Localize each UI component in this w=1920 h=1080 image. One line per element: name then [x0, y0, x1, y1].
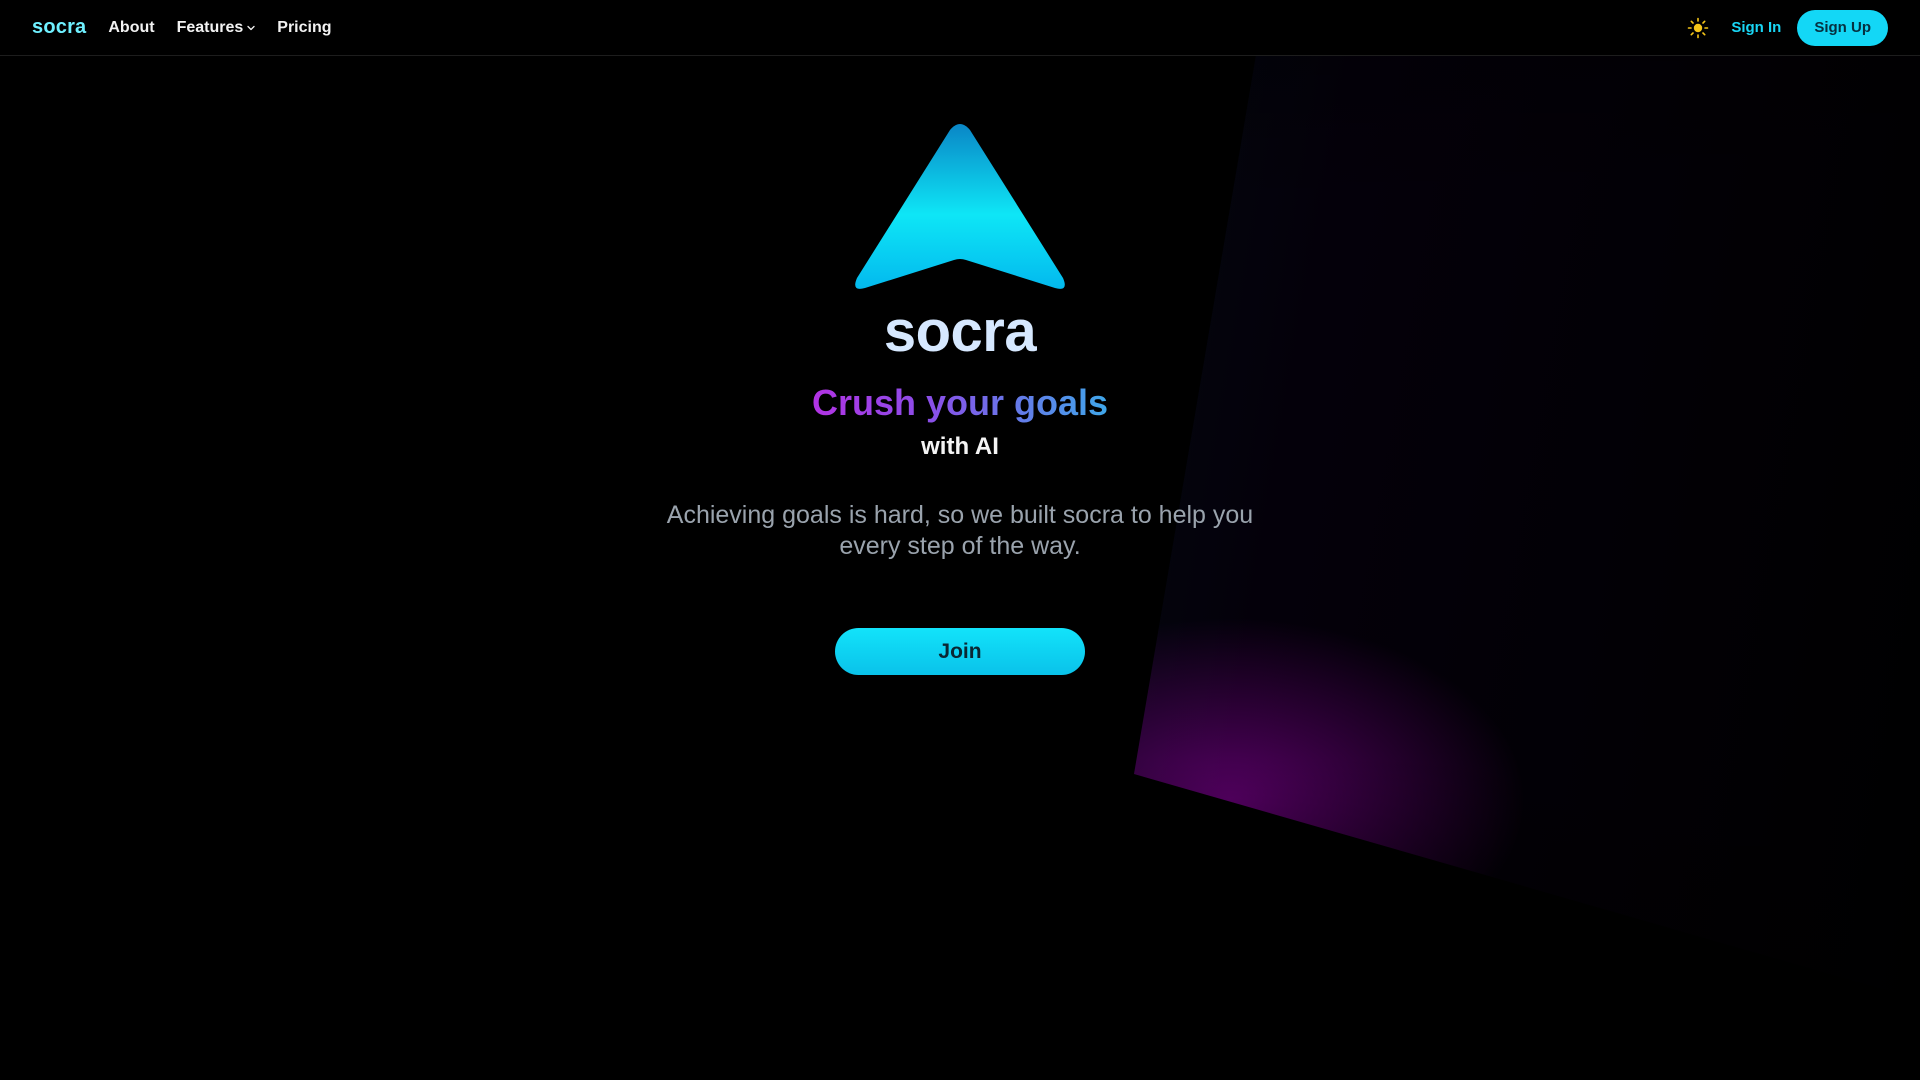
nav-link-features-label: Features — [176, 18, 244, 36]
hero-subheadline: with AI — [921, 433, 999, 460]
sign-up-button[interactable]: Sign Up — [1797, 9, 1888, 46]
top-navbar: socra About Features Pricing Sign In Sig… — [0, 0, 1920, 56]
chevron-down-icon — [247, 25, 255, 30]
nav-actions: Sign In Sign Up — [1687, 9, 1888, 46]
sun-icon[interactable] — [1687, 17, 1709, 39]
nav-link-about-label: About — [108, 18, 155, 36]
hero-description: Achieving goals is hard, so we built soc… — [666, 501, 1254, 560]
nav-link-about[interactable]: About — [108, 19, 154, 37]
hero-headline-text: Crush your goals — [811, 382, 1109, 423]
sign-in-link[interactable]: Sign In — [1731, 19, 1781, 36]
join-button[interactable]: Join — [835, 628, 1085, 675]
landing-page: socra About Features Pricing Sign In Sig… — [0, 0, 1920, 1080]
join-button-label: Join — [938, 639, 982, 663]
hero-brand-title: socra — [883, 299, 1037, 364]
hero-headline: Crush your goals — [0, 382, 1920, 424]
sign-up-button-label: Sign Up — [1814, 19, 1871, 36]
nav-brand-link[interactable]: socra — [32, 16, 86, 39]
nav-link-features[interactable]: Features — [177, 19, 256, 37]
nav-link-pricing[interactable]: Pricing — [277, 19, 331, 37]
arrow-up-logo-icon — [855, 124, 1065, 289]
nav-link-pricing-label: Pricing — [277, 18, 332, 36]
